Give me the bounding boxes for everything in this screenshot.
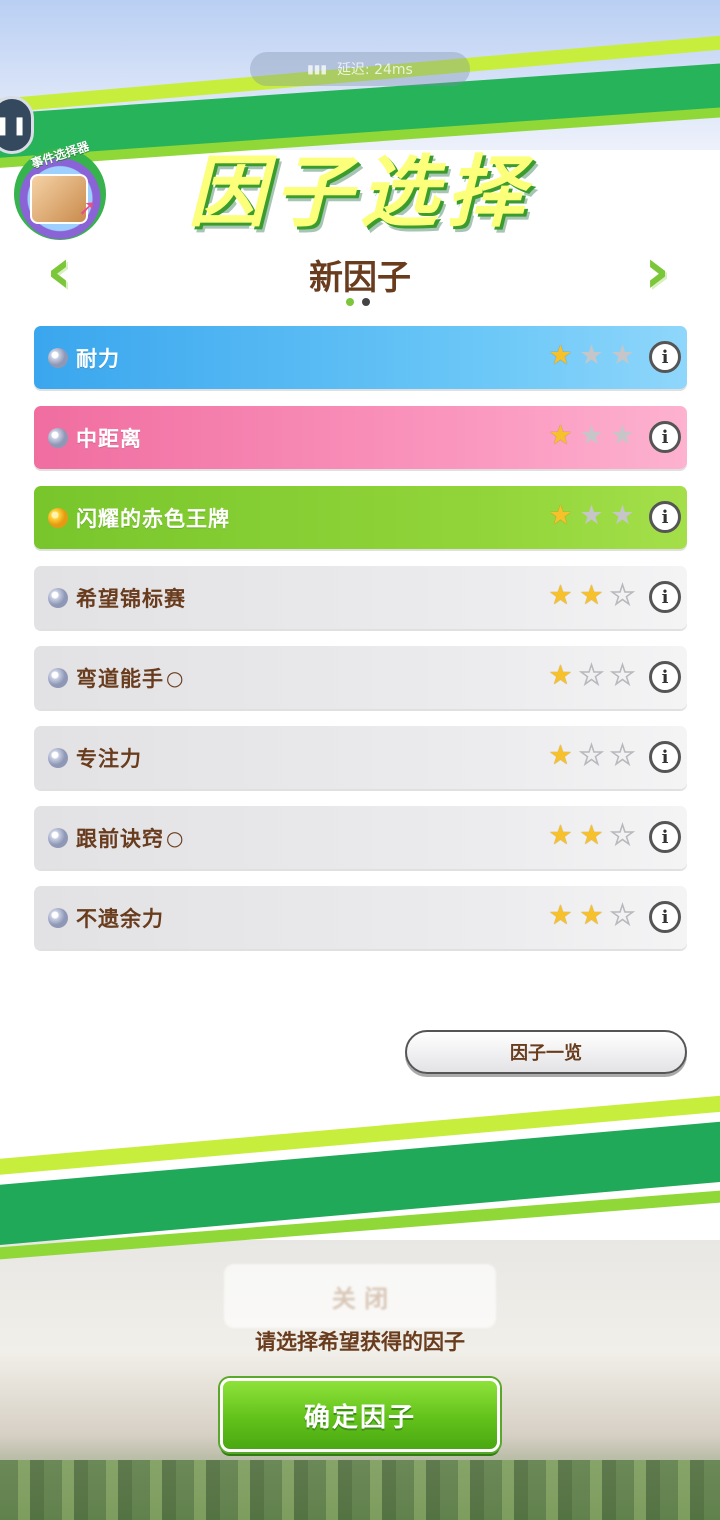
info-icon[interactable]: i — [649, 821, 681, 853]
star-filled-icon: ★ — [548, 340, 573, 371]
star-empty-icon: ★ — [579, 740, 605, 772]
star-empty-icon: ★ — [610, 740, 636, 772]
star-rating: ★ ★ ★ — [546, 341, 637, 371]
star-empty-icon: ★ — [610, 420, 635, 451]
factor-list: 耐力 ★ ★ ★ i 中距离 ★ ★ ★ i 闪耀的赤色王牌 ★ ★ ★ i 希望锦标赛 ★ ★ ★ i 弯道能手 ○ ★ ★… — [34, 326, 687, 966]
gem-icon — [48, 347, 68, 368]
latency-text: 延迟: 24ms — [336, 62, 413, 78]
star-filled-icon: ★ — [548, 740, 573, 771]
star-filled-icon: ★ — [579, 900, 604, 931]
factor-name: 闪耀的赤色王牌 — [76, 506, 230, 531]
chevron-right-icon[interactable]: › — [636, 240, 678, 306]
star-empty-icon: ★ — [579, 500, 604, 531]
factor-name: 希望锦标赛 — [76, 586, 186, 611]
star-filled-icon: ★ — [548, 820, 573, 851]
star-rating: ★ ★ ★ — [546, 421, 637, 451]
page-indicator — [346, 298, 370, 306]
star-empty-icon: ★ — [610, 580, 636, 612]
info-icon[interactable]: i — [649, 661, 681, 693]
hint-text: 请选择希望获得的因子 — [255, 1330, 465, 1354]
star-rating: ★ ★ ★ — [546, 900, 637, 932]
close-button-blurred: 关 闭 — [224, 1264, 496, 1328]
status-pill: ▮▮▮ 延迟: 24ms — [250, 52, 470, 86]
star-empty-icon: ★ — [610, 660, 636, 692]
star-empty-icon: ★ — [579, 660, 605, 692]
gem-icon — [48, 827, 68, 848]
info-icon[interactable]: i — [649, 421, 681, 453]
factor-row[interactable]: 弯道能手 ○ ★ ★ ★ i — [34, 646, 687, 709]
info-icon[interactable]: i — [649, 341, 681, 373]
factor-row[interactable]: 闪耀的赤色王牌 ★ ★ ★ i — [34, 486, 687, 549]
info-icon[interactable]: i — [649, 501, 681, 533]
gem-icon — [48, 747, 68, 768]
star-filled-icon: ★ — [579, 580, 604, 611]
star-filled-icon: ★ — [548, 500, 573, 531]
page-dot — [362, 298, 370, 306]
star-rating: ★ ★ ★ — [546, 820, 637, 852]
star-empty-icon: ★ — [610, 500, 635, 531]
factor-name: 专注力 — [76, 746, 142, 771]
star-filled-icon: ★ — [579, 820, 604, 851]
hollow-circle-icon: ○ — [166, 665, 184, 690]
star-rating: ★ ★ ★ — [546, 660, 637, 692]
page-title: 因子选择 — [187, 148, 532, 238]
star-empty-icon: ★ — [610, 900, 636, 932]
star-rating: ★ ★ ★ — [546, 580, 637, 612]
factor-list-button[interactable]: 因子一览 — [405, 1030, 687, 1074]
factor-name: 耐力 — [76, 346, 120, 371]
page-dot-active — [346, 298, 354, 306]
gem-icon — [48, 587, 68, 608]
gem-icon — [48, 507, 68, 528]
factor-row[interactable]: 不遗余力 ★ ★ ★ i — [34, 886, 687, 949]
factor-select-screen: ▮▮▮ 延迟: 24ms ❚❚ 事件选择器 ➚ 因子选择 ‹ 新因子 › 耐力 ★… — [0, 0, 720, 1520]
factor-row[interactable]: 中距离 ★ ★ ★ i — [34, 406, 687, 469]
star-filled-icon: ★ — [548, 900, 573, 931]
star-empty-icon: ★ — [579, 340, 604, 371]
gem-icon — [48, 427, 68, 448]
star-rating: ★ ★ ★ — [546, 501, 637, 531]
factor-name: 中距离 — [76, 426, 142, 451]
gem-icon — [48, 667, 68, 688]
factor-row[interactable]: 跟前诀窍 ○ ★ ★ ★ i — [34, 806, 687, 869]
star-rating: ★ ★ ★ — [546, 740, 637, 772]
factor-name: 弯道能手 — [76, 666, 164, 691]
factor-row[interactable]: 希望锦标赛 ★ ★ ★ i — [34, 566, 687, 629]
factor-name: 跟前诀窍 — [76, 826, 164, 851]
confirm-factor-button[interactable]: 确定因子 — [220, 1378, 500, 1452]
section-subtitle: 新因子 — [309, 258, 411, 298]
info-icon[interactable]: i — [649, 741, 681, 773]
factor-row[interactable]: 专注力 ★ ★ ★ i — [34, 726, 687, 789]
star-filled-icon: ★ — [548, 660, 573, 691]
star-empty-icon: ★ — [610, 340, 635, 371]
hollow-circle-icon: ○ — [166, 825, 184, 850]
background-fence — [0, 1460, 720, 1520]
info-icon[interactable]: i — [649, 581, 681, 613]
factor-name: 不遗余力 — [76, 906, 164, 931]
signal-icon: ▮▮▮ — [307, 62, 327, 76]
star-filled-icon: ★ — [548, 420, 573, 451]
star-empty-icon: ★ — [579, 420, 604, 451]
gem-icon — [48, 907, 68, 928]
star-empty-icon: ★ — [610, 820, 636, 852]
info-icon[interactable]: i — [649, 901, 681, 933]
factor-row[interactable]: 耐力 ★ ★ ★ i — [34, 326, 687, 389]
star-filled-icon: ★ — [548, 580, 573, 611]
